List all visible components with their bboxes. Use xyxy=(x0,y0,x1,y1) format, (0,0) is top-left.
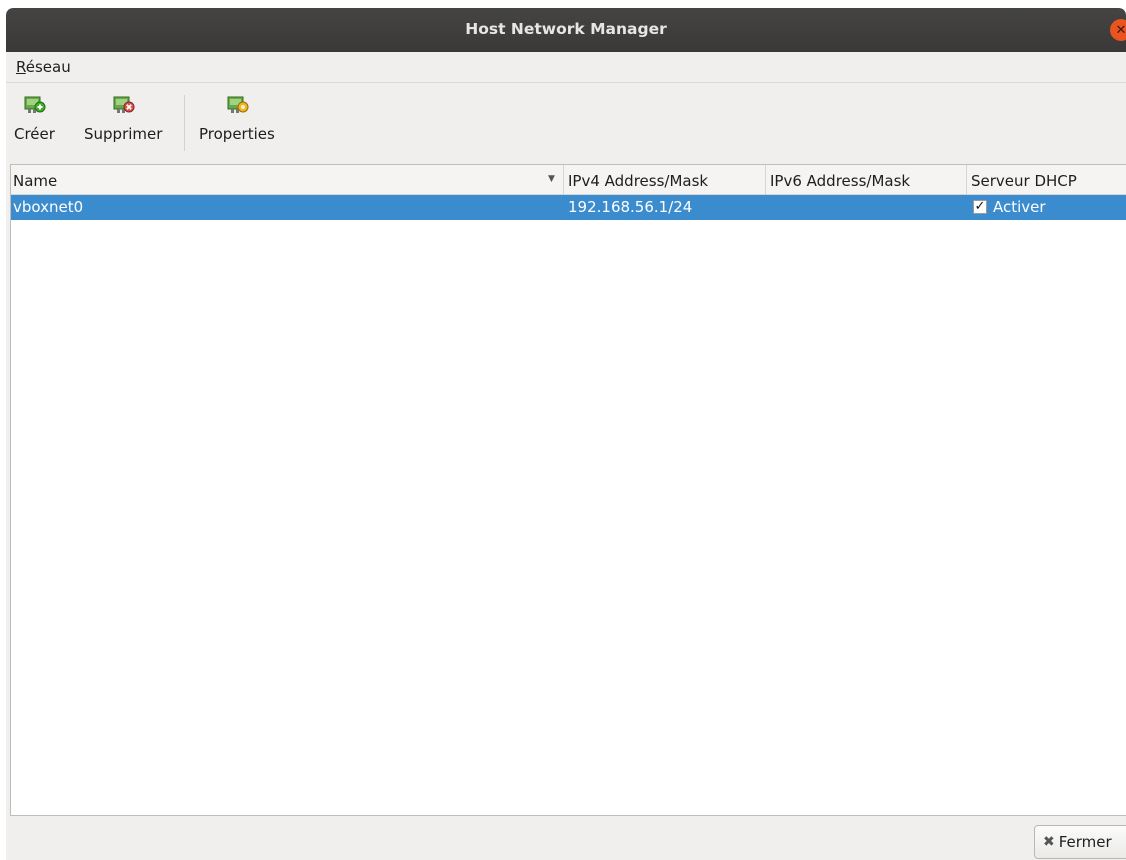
network-remove-icon xyxy=(113,96,135,113)
remove-button[interactable]: Supprimer xyxy=(84,93,162,143)
cell-dhcp-label: Activer xyxy=(993,198,1046,216)
host-network-manager-window: Host Network Manager ✕ Réseau Créer Supp… xyxy=(6,8,1126,860)
close-icon: ✖ xyxy=(1043,834,1055,850)
table-header: Name ▼ IPv4 Address/Mask IPv6 Address/Ma… xyxy=(11,165,1126,195)
column-header-name[interactable]: Name xyxy=(13,165,57,194)
column-header-ipv4[interactable]: IPv4 Address/Mask xyxy=(563,165,708,194)
menu-reseau-mnemonic: R xyxy=(16,58,26,76)
menu-bar: Réseau xyxy=(6,52,1126,83)
menu-reseau-label: éseau xyxy=(25,58,71,76)
menu-reseau[interactable]: Réseau xyxy=(16,58,71,76)
close-button[interactable]: ✖ Fermer xyxy=(1034,825,1126,859)
toolbar-separator xyxy=(184,95,185,151)
create-label: Créer xyxy=(14,125,55,143)
properties-button[interactable]: Properties xyxy=(199,93,275,143)
column-header-ipv6[interactable]: IPv6 Address/Mask xyxy=(765,165,910,194)
host-networks-table[interactable]: Name ▼ IPv4 Address/Mask IPv6 Address/Ma… xyxy=(10,164,1126,816)
close-button-label: Fermer xyxy=(1058,833,1112,851)
dhcp-checkbox[interactable]: ✓ xyxy=(973,200,987,214)
column-header-dhcp[interactable]: Serveur DHCP xyxy=(966,165,1077,194)
sort-down-icon: ▼ xyxy=(548,174,555,184)
network-properties-icon xyxy=(227,96,249,113)
properties-label: Properties xyxy=(199,125,275,143)
cell-name: vboxnet0 xyxy=(13,198,84,216)
table-row[interactable]: vboxnet0 192.168.56.1/24 ✓ Activer xyxy=(11,195,1126,220)
cell-ipv4: 192.168.56.1/24 xyxy=(568,198,693,216)
network-add-icon xyxy=(24,96,46,113)
toolbar: Créer Supprimer Properties xyxy=(6,83,1126,163)
remove-label: Supprimer xyxy=(84,125,163,143)
close-window-icon[interactable]: ✕ xyxy=(1110,19,1126,41)
create-button[interactable]: Créer xyxy=(14,93,55,143)
window-title: Host Network Manager xyxy=(465,20,667,38)
title-bar[interactable]: Host Network Manager ✕ xyxy=(6,8,1126,52)
